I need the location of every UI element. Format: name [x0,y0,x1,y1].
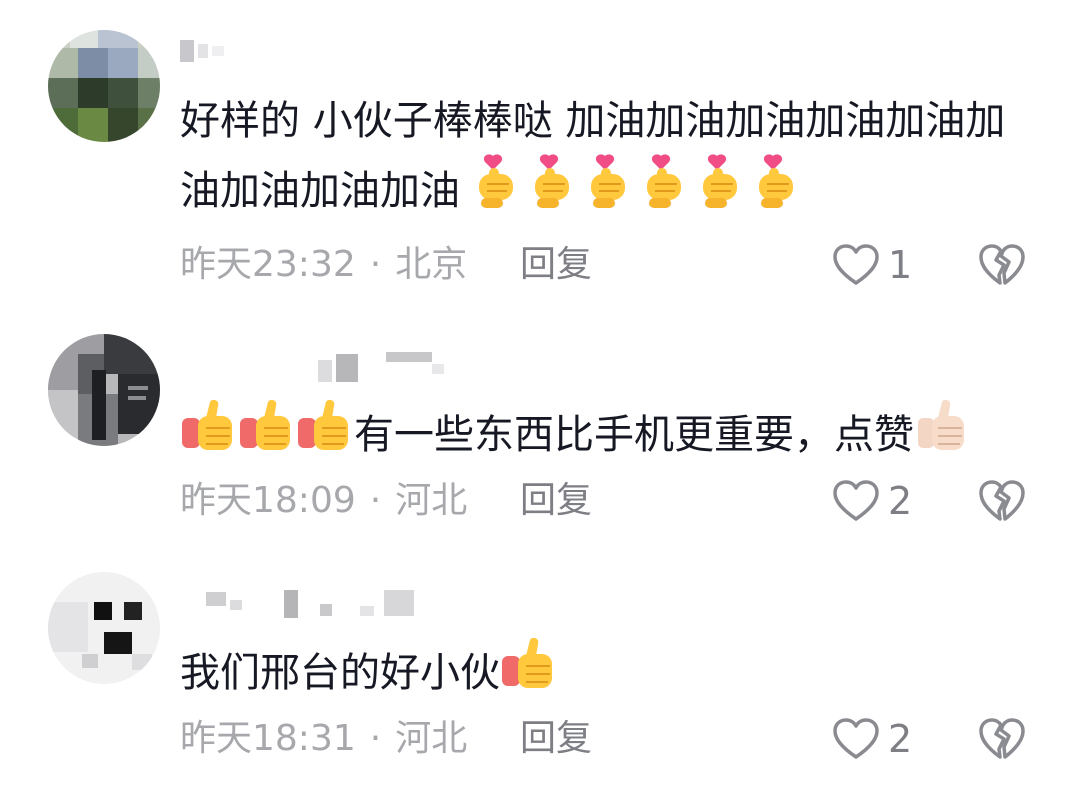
like-button[interactable]: 2 [832,714,912,764]
username-blurred[interactable] [180,348,460,382]
username-blurred[interactable] [180,586,420,620]
like-button[interactable]: 1 [832,240,912,290]
avatar[interactable] [48,572,160,684]
broken-heart-icon [979,244,1025,285]
comment-location: 河北 [395,480,468,521]
meta-separator: · [369,244,382,285]
thumbs-up-light-emoji [918,399,964,450]
comment-text: 我们邢台的好小伙 [180,636,1040,706]
dislike-button[interactable] [978,479,1026,527]
avatar[interactable] [48,334,160,446]
like-count: 2 [888,717,913,761]
broken-heart-icon [979,718,1025,759]
comment-meta: 昨天18:31 · 河北 回复 [180,714,592,764]
comment-meta: 昨天23:32 · 北京 回复 [180,240,592,290]
thumbs-up-emoji [502,637,552,688]
heart-outline-icon [833,718,879,759]
heart-outline-icon [833,480,879,521]
comment-text: 有一些东西比手机更重要，点赞 [180,398,1040,468]
comment-content: 我们邢台的好小伙 [180,650,500,696]
reply-button[interactable]: 回复 [520,240,592,290]
comment-time: 昨天18:09 [180,480,356,521]
meta-separator: · [369,718,382,759]
dislike-button[interactable] [978,717,1026,765]
broken-heart-icon [979,480,1025,521]
avatar[interactable] [48,30,160,142]
comment-location: 河北 [395,718,468,759]
dislike-button[interactable] [978,243,1026,291]
comment-location: 北京 [395,244,468,285]
heart-hands-emoji-group [473,154,809,214]
like-button[interactable]: 2 [832,476,912,526]
like-count: 1 [888,243,913,287]
reply-button[interactable]: 回复 [520,476,592,526]
heart-hands-emoji [478,154,794,209]
username-blurred[interactable] [180,34,240,68]
meta-separator: · [369,480,382,521]
comment-time: 昨天23:32 [180,244,356,285]
reply-button[interactable]: 回复 [520,714,592,764]
comment-text: 好样的 小伙子棒棒哒 加油加油加油加油加油加油加油加油加油 [180,88,1040,224]
comment-content: 有一些东西比手机更重要，点赞 [354,412,914,458]
heart-outline-icon [833,244,879,285]
like-count: 2 [888,479,913,523]
comment-time: 昨天18:31 [180,718,356,759]
comment-meta: 昨天18:09 · 河北 回复 [180,476,592,526]
thumbs-up-emoji-group [182,398,349,451]
